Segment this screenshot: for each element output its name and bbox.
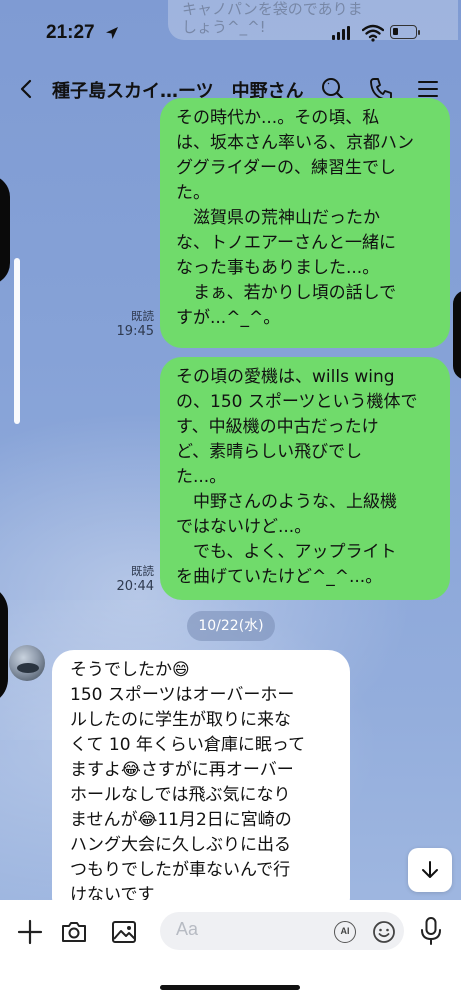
scroll-to-bottom-button[interactable] <box>408 848 452 892</box>
battery-icon <box>390 25 420 39</box>
home-indicator[interactable] <box>160 985 300 990</box>
wallpaper-shape-right <box>453 290 461 380</box>
date-separator: 10/22(水) <box>187 611 275 641</box>
location-arrow-icon <box>106 27 118 39</box>
emoji-icon[interactable] <box>372 920 396 944</box>
scroll-indicator[interactable] <box>14 258 20 424</box>
message-input[interactable] <box>176 919 326 940</box>
camera-icon[interactable] <box>60 918 88 946</box>
incoming-message-bubble[interactable]: そうでしたか😄 150 スポーツはオーバーホー ルしたのに学生が取りに来な くて… <box>52 650 350 920</box>
read-receipt: 既読 <box>131 564 154 578</box>
wallpaper-shape-left <box>0 175 10 285</box>
cellular-signal-icon <box>332 26 350 40</box>
ai-button[interactable]: AI <box>334 921 356 943</box>
message-time: 19:45 <box>116 324 154 339</box>
status-time: 21:27 <box>46 22 95 43</box>
wifi-icon <box>362 24 384 42</box>
message-text: そうでしたか😄 150 スポーツはオーバーホー ルしたのに学生が取りに来な くて… <box>70 660 306 905</box>
image-icon[interactable] <box>110 918 138 946</box>
outgoing-message-bubble[interactable]: その時代か...。その頃、私 は、坂本さん率いる、京都ハン ググライダーの、練習… <box>160 98 450 348</box>
message-meta: 既読 20:44 <box>112 564 154 594</box>
message-text: その頃の愛機は、wills wing の、150 スポーツという機体で す、中級… <box>176 367 418 587</box>
microphone-icon[interactable] <box>418 916 444 946</box>
arrow-down-icon <box>422 861 438 878</box>
outgoing-message-bubble[interactable]: その頃の愛機は、wills wing の、150 スポーツという機体で す、中級… <box>160 357 450 600</box>
message-text: その時代か...。その頃、私 は、坂本さん率いる、京都ハン ググライダーの、練習… <box>176 108 414 328</box>
contact-avatar[interactable] <box>9 645 45 681</box>
message-time: 20:44 <box>116 579 154 594</box>
message-meta: 既読 19:45 <box>112 309 154 339</box>
message-input-field[interactable]: AI <box>160 912 404 950</box>
read-receipt: 既読 <box>131 309 154 323</box>
status-bar: 21:27 <box>0 0 461 62</box>
chevron-left-icon[interactable] <box>16 78 38 100</box>
plus-icon[interactable] <box>16 918 44 946</box>
